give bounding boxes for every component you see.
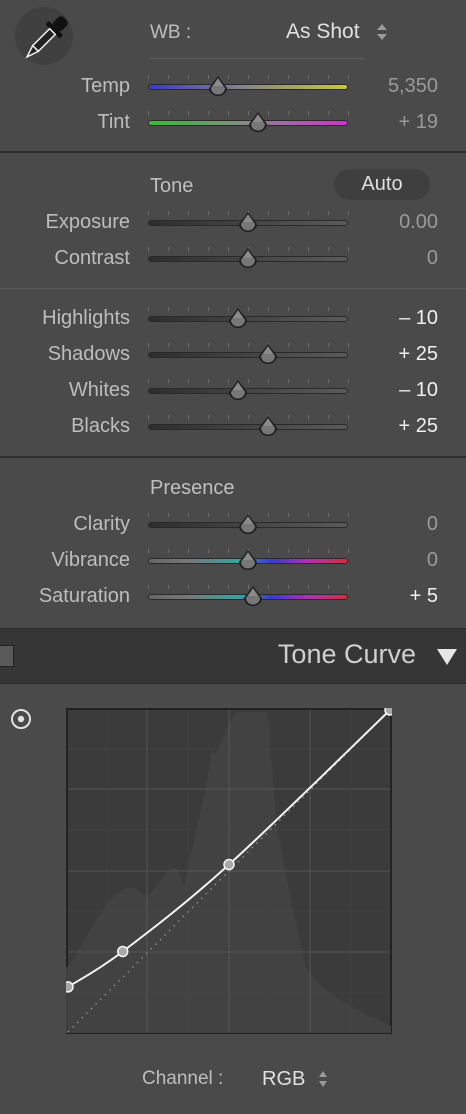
temp-label: Temp (81, 75, 130, 97)
section-divider (0, 151, 466, 153)
shadows-slider-thumb[interactable] (257, 343, 279, 365)
blacks-value: + 25 (398, 415, 438, 437)
saturation-label: Saturation (38, 585, 130, 607)
channel-select[interactable]: RGB (256, 1064, 336, 1094)
temp-value: 5,350 (387, 75, 438, 97)
shadows-value: + 25 (398, 343, 438, 365)
wb-value: As Shot (286, 20, 360, 43)
contrast-value: 0 (426, 247, 438, 269)
clarity-value: 0 (426, 513, 438, 535)
highlights-value: – 10 (399, 307, 438, 329)
exposure-value: 0.00 (399, 211, 438, 233)
exposure-label: Exposure (45, 211, 131, 233)
tone-curve-graph[interactable] (66, 708, 392, 1034)
whites-slider-thumb[interactable] (227, 379, 249, 401)
temp-ticks (148, 75, 349, 81)
square-toggle-icon[interactable] (0, 645, 14, 667)
section-divider (0, 288, 466, 289)
highlights-label: Highlights (42, 307, 130, 329)
blacks-slider-thumb[interactable] (257, 415, 279, 437)
blacks-ticks (148, 415, 349, 421)
temp-slider-thumb[interactable] (207, 75, 229, 97)
whites-value: – 10 (399, 379, 438, 401)
clarity-label: Clarity (73, 513, 130, 535)
tone-section-title: Tone (150, 175, 194, 197)
tint-label: Tint (97, 111, 130, 133)
whites-label: Whites (68, 379, 130, 401)
contrast-label: Contrast (54, 247, 130, 269)
curve-control-point[interactable] (384, 708, 392, 716)
triangle-down-icon[interactable] (436, 648, 458, 666)
shadows-slider-track[interactable] (148, 352, 348, 358)
up-down-arrows-icon (319, 1071, 327, 1087)
vibrance-value: 0 (426, 549, 438, 571)
shadows-ticks (148, 343, 349, 349)
tone-curve-title: Tone Curve (277, 639, 416, 669)
clarity-slider-thumb[interactable] (237, 513, 259, 535)
temp-slider-track[interactable] (148, 84, 348, 90)
auto-button-label: Auto (361, 173, 403, 195)
shadows-label: Shadows (47, 343, 130, 365)
eyedropper-icon[interactable] (10, 6, 78, 74)
saturation-value: + 5 (409, 585, 438, 607)
wb-underline (150, 58, 365, 59)
presence-section-title: Presence (150, 477, 235, 499)
tint-slider-thumb[interactable] (247, 111, 269, 133)
highlights-slider-thumb[interactable] (227, 307, 249, 329)
blacks-label: Blacks (71, 415, 130, 437)
vibrance-label: Vibrance (51, 549, 130, 571)
saturation-slider-thumb[interactable] (242, 585, 264, 607)
wb-label: WB : (150, 22, 192, 43)
wb-select[interactable]: As Shot (280, 18, 400, 48)
contrast-slider-thumb[interactable] (237, 247, 259, 269)
tint-value: + 19 (398, 111, 438, 133)
up-down-arrows-icon (377, 24, 387, 40)
curve-control-point[interactable] (66, 981, 74, 993)
exposure-slider-thumb[interactable] (237, 211, 259, 233)
curve-control-point[interactable] (223, 858, 235, 871)
channel-value: RGB (262, 1068, 306, 1090)
target-icon[interactable] (10, 708, 32, 730)
auto-button[interactable]: Auto (334, 169, 430, 200)
blacks-slider-track[interactable] (148, 424, 348, 430)
section-divider (0, 456, 466, 458)
channel-label: Channel : (142, 1068, 224, 1089)
vibrance-slider-thumb[interactable] (237, 549, 259, 571)
tone-curve-header: Tone Curve (0, 628, 466, 684)
curve-control-point[interactable] (116, 945, 129, 958)
